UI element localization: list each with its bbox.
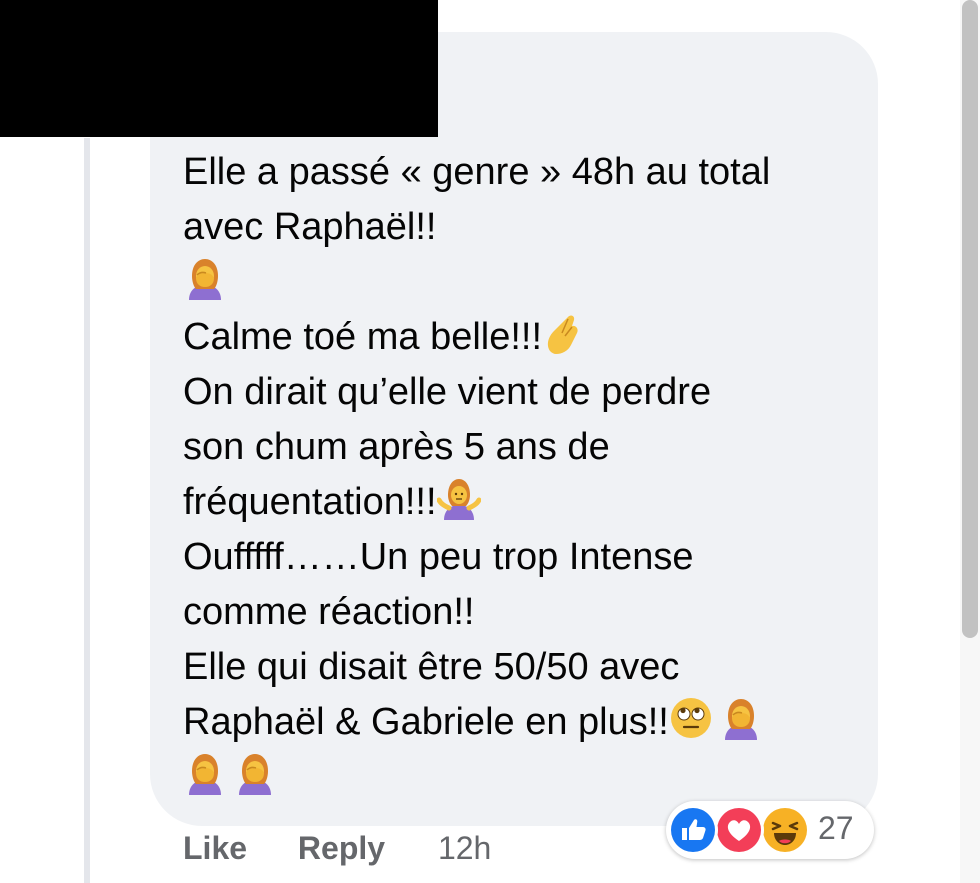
woman-facepalming-icon (719, 696, 763, 740)
comment-line: fréquentation!!! (183, 475, 853, 530)
comment-line-text: comme réaction!! (183, 591, 475, 633)
love-icon (714, 805, 764, 855)
comment-line: son chum après 5 ans de (183, 420, 853, 475)
comment-line: avec Raphaël!! (183, 200, 853, 255)
thread-connector-line (84, 138, 90, 883)
comment-line-text: On dirait qu’elle vient de perdre (183, 371, 712, 413)
comment-line (183, 750, 853, 805)
scrollbar-thumb[interactable] (962, 0, 978, 638)
woman-facepalming-icon (183, 256, 227, 300)
like-button[interactable]: Like (183, 830, 247, 867)
reply-button[interactable]: Reply (298, 830, 385, 867)
comment-line: comme réaction!! (183, 585, 853, 640)
comment-line-text: Raphaël & Gabriele en plus!! (183, 701, 669, 743)
comment-line: Oufffff……Un peu trop Intense (183, 530, 853, 585)
face-with-rolling-eyes-icon (669, 696, 713, 740)
comment-line: On dirait qu’elle vient de perdre (183, 365, 853, 420)
comment-line-text: Elle a passé « genre » 48h au total (183, 151, 771, 193)
like-icon (668, 805, 718, 855)
pinched-fingers-icon (542, 311, 586, 355)
comment-text: Elle a passé « genre » 48h au total avec … (183, 145, 853, 805)
reactions-summary[interactable]: 27 (666, 801, 874, 859)
reaction-count: 27 (818, 810, 854, 846)
woman-shrugging-icon (436, 476, 482, 520)
comment-line-text: Calme toé ma belle!!! (183, 316, 543, 358)
comment-line-text: Elle qui disait être 50/50 avec (183, 646, 680, 688)
comment-line-text: fréquentation!!! (183, 481, 437, 523)
haha-icon (760, 805, 810, 855)
comment-line-text: son chum après 5 ans de (183, 426, 610, 468)
woman-facepalming-icon (233, 751, 277, 795)
comment-line (183, 255, 853, 310)
comment-actions: Like Reply 12h (183, 830, 491, 867)
comment-line: Elle a passé « genre » 48h au total (183, 145, 853, 200)
comment-line: Calme toé ma belle!!! (183, 310, 853, 365)
comment-line: Elle qui disait être 50/50 avec (183, 640, 853, 695)
woman-facepalming-icon (183, 751, 227, 795)
comment-line-text: Oufffff……Un peu trop Intense (183, 536, 694, 578)
comment-line-text: avec Raphaël!! (183, 206, 437, 248)
comment-line: Raphaël & Gabriele en plus!! (183, 695, 853, 750)
redacted-author-block (0, 0, 438, 137)
comment-timestamp[interactable]: 12h (438, 830, 491, 866)
